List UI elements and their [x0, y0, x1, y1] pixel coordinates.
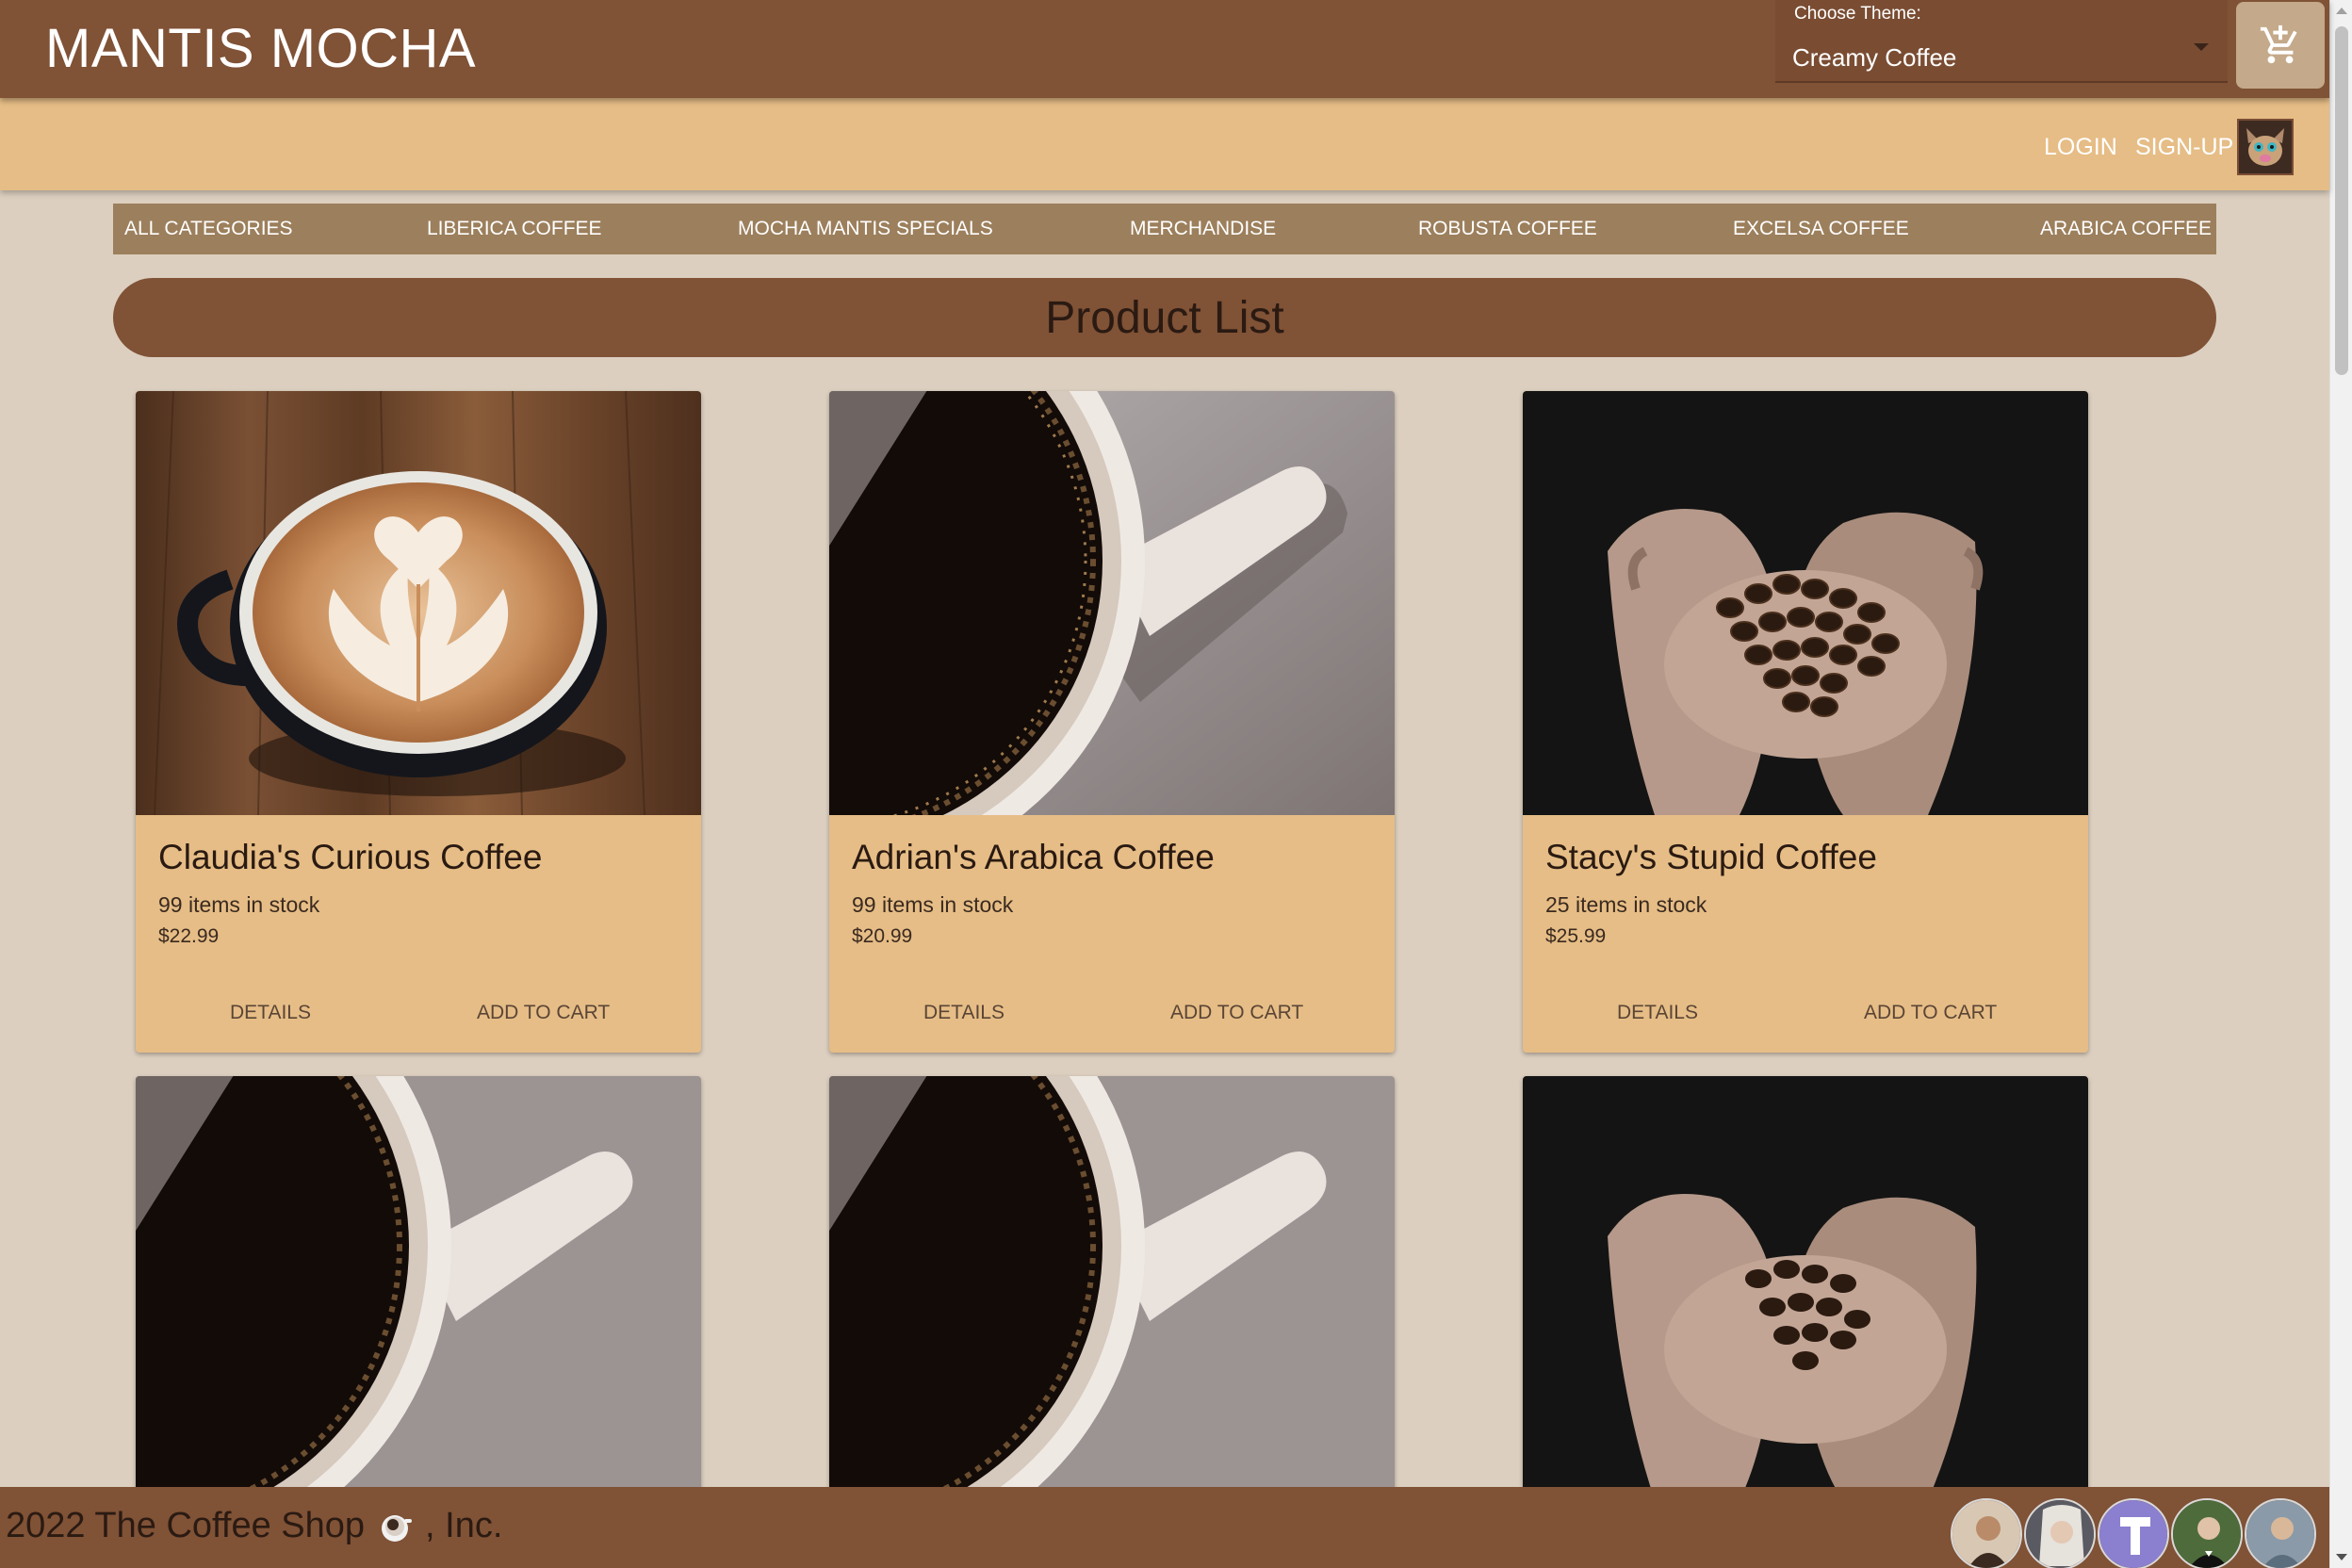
page-title: Product List	[1045, 292, 1284, 343]
avatar[interactable]	[2237, 119, 2294, 175]
footer-text-end: , Inc.	[425, 1506, 503, 1545]
category-bar: ALL CATEGORIES LIBERICA COFFEE MOCHA MAN…	[113, 204, 2216, 254]
product-image-black-coffee-cup	[829, 1076, 1395, 1500]
category-mocha-mantis-specials[interactable]: MOCHA MANTIS SPECIALS	[738, 218, 993, 240]
vertical-scrollbar[interactable]	[2329, 0, 2352, 1568]
category-excelsa[interactable]: EXCELSA COFFEE	[1733, 218, 1909, 240]
secondary-nav-bar: LOGIN SIGN-UP	[0, 98, 2329, 190]
avatar[interactable]	[2024, 1498, 2096, 1568]
product-image-coffee-beans-in-hands	[1523, 1076, 2088, 1500]
product-price: $20.99	[852, 925, 913, 947]
add-shopping-cart-icon[interactable]	[2259, 24, 2302, 67]
top-app-bar: MANTIS MOCHA Choose Theme: Creamy Coffee	[0, 0, 2329, 98]
avatar[interactable]	[2098, 1498, 2169, 1568]
footer-copyright: 2022 The Coffee Shop , Inc.	[6, 1506, 502, 1546]
product-stock: 99 items in stock	[852, 892, 1014, 917]
scroll-thumb[interactable]	[2335, 26, 2348, 375]
theme-select-label: Choose Theme:	[1794, 4, 1921, 24]
cart-button[interactable]	[2236, 2, 2325, 89]
cat-avatar-icon	[2239, 121, 2292, 173]
login-link[interactable]: LOGIN	[2044, 134, 2117, 161]
product-stock: 99 items in stock	[158, 892, 320, 917]
product-image-black-coffee-cup	[136, 1076, 701, 1500]
product-price: $22.99	[158, 925, 220, 947]
product-name: Adrian's Arabica Coffee	[852, 838, 1215, 876]
product-card	[136, 1076, 701, 1500]
product-card: Claudia's Curious Coffee 99 items in sto…	[136, 391, 701, 1053]
category-arabica[interactable]: ARABICA COFFEE	[2040, 218, 2212, 240]
brand-title[interactable]: MANTIS MOCHA	[45, 17, 476, 80]
scroll-up-arrow-icon[interactable]	[2336, 8, 2347, 14]
chevron-down-icon[interactable]	[2194, 43, 2209, 51]
footer-text-start: 2022 The Coffee Shop	[6, 1506, 366, 1545]
product-price: $25.99	[1545, 925, 1607, 947]
coffee-cup-icon	[376, 1508, 414, 1545]
details-button[interactable]: DETAILS	[230, 1002, 311, 1024]
product-stock: 25 items in stock	[1545, 892, 1707, 917]
product-card	[1523, 1076, 2088, 1500]
scroll-down-arrow-icon[interactable]	[2336, 1554, 2347, 1560]
product-card: Stacy's Stupid Coffee 25 items in stock …	[1523, 391, 2088, 1053]
add-to-cart-button[interactable]: ADD TO CART	[1170, 1002, 1303, 1024]
avatar[interactable]	[2245, 1498, 2316, 1568]
product-image-coffee-beans-in-hands	[1523, 391, 2088, 815]
avatar[interactable]	[1951, 1498, 2022, 1568]
add-to-cart-button[interactable]: ADD TO CART	[477, 1002, 610, 1024]
product-card	[829, 1076, 1395, 1500]
product-image-latte-art	[136, 391, 701, 815]
theme-select[interactable]: Choose Theme: Creamy Coffee	[1775, 0, 2228, 83]
avatar[interactable]	[2171, 1498, 2243, 1568]
signup-link[interactable]: SIGN-UP	[2135, 134, 2233, 161]
theme-select-value[interactable]: Creamy Coffee	[1792, 43, 1956, 73]
details-button[interactable]: DETAILS	[923, 1002, 1004, 1024]
category-all[interactable]: ALL CATEGORIES	[124, 218, 293, 240]
footer: 2022 The Coffee Shop , Inc.	[0, 1487, 2329, 1568]
add-to-cart-button[interactable]: ADD TO CART	[1864, 1002, 1997, 1024]
product-list-header: Product List	[113, 278, 2216, 357]
product-image-black-coffee-cup	[829, 391, 1395, 815]
details-button[interactable]: DETAILS	[1617, 1002, 1698, 1024]
category-robusta[interactable]: ROBUSTA COFFEE	[1418, 218, 1597, 240]
product-name: Stacy's Stupid Coffee	[1545, 838, 1877, 876]
product-card: Adrian's Arabica Coffee 99 items in stoc…	[829, 391, 1395, 1053]
category-merchandise[interactable]: MERCHANDISE	[1130, 218, 1276, 240]
category-liberica[interactable]: LIBERICA COFFEE	[427, 218, 602, 240]
product-name: Claudia's Curious Coffee	[158, 838, 543, 876]
